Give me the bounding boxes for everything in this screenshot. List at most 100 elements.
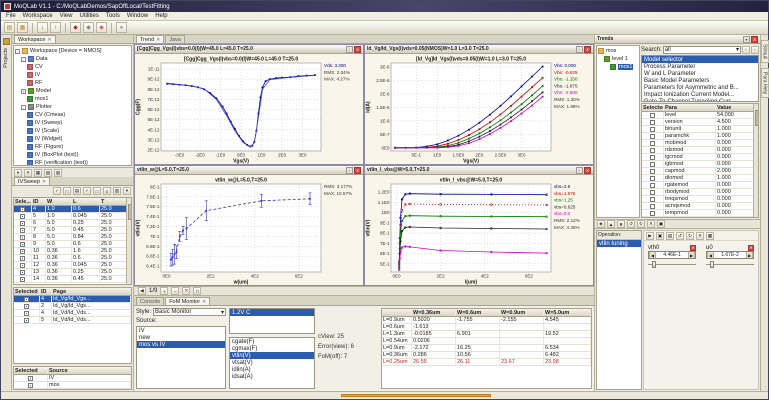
tree-item[interactable]: -Workspace [Device = NMOS]	[15, 47, 130, 55]
export-icon[interactable]: ↑	[50, 22, 61, 33]
tuner-slider[interactable]	[648, 261, 696, 268]
param-group-item[interactable]: Process Parameter	[642, 63, 758, 70]
remove-tuner-icon[interactable]: ✕	[690, 245, 696, 251]
new-data-icon[interactable]: ▦	[34, 169, 42, 177]
param-group-item[interactable]: Model selector	[642, 56, 758, 63]
column-header[interactable]	[382, 309, 412, 316]
restore-icon[interactable]: ▫	[346, 167, 353, 174]
sources-table[interactable]: SelectedSourceIVmos	[13, 366, 132, 390]
checkbox[interactable]	[24, 318, 29, 323]
source-list-item[interactable]: IV	[137, 327, 225, 334]
tree-item[interactable]: IV	[15, 71, 130, 79]
table-row[interactable]: igcmod0.000	[642, 154, 758, 161]
table-row[interactable]: L=0.9um0.5020-1.755-2.1554.545	[382, 317, 591, 324]
metric-list-item[interactable]: idsat(A)	[230, 373, 314, 380]
checkbox[interactable]	[650, 120, 655, 125]
tree-item[interactable]: mos1	[15, 95, 130, 103]
remove-icon[interactable]: −	[751, 46, 759, 54]
param-group-item[interactable]: W and L Parameter	[642, 70, 758, 77]
table-row[interactable]: version4.500	[642, 119, 758, 126]
select-icon[interactable]: ✓	[83, 187, 91, 195]
table-row[interactable]: IV	[14, 375, 131, 382]
delete-icon[interactable]: ✕	[24, 169, 32, 177]
table-row[interactable]: 140.360.4525.0	[14, 276, 131, 283]
table-row[interactable]: L=0.9um-2.17216.256.534	[382, 345, 591, 352]
table-row[interactable]: 5Id_Vd/Id_Vds...	[14, 317, 131, 324]
move-up-icon[interactable]: ▲	[607, 220, 615, 228]
checkbox[interactable]	[650, 162, 655, 167]
column-header[interactable]: W	[46, 198, 72, 205]
close-icon[interactable]: ✕	[156, 37, 160, 43]
tree-item[interactable]: CV	[15, 63, 130, 71]
table-row[interactable]: 85.00.8425.0	[14, 234, 131, 241]
menu-tools[interactable]: Tools	[106, 13, 120, 19]
layout-icon[interactable]: □	[193, 287, 201, 295]
new-plot-icon[interactable]: ▨	[54, 169, 62, 177]
dock-tab-para-help[interactable]: Para Help	[761, 68, 769, 98]
undo-icon[interactable]: ↺	[676, 232, 684, 240]
pager-prev-icon[interactable]: ◀	[138, 287, 146, 295]
projects-strip-label[interactable]: Projects	[3, 48, 9, 68]
filter-icon[interactable]: ▾	[14, 169, 22, 177]
stop-icon[interactable]: ✕	[182, 287, 190, 295]
param-group-item[interactable]: Gate-To-Channel Tunneling Curr...	[642, 98, 758, 102]
clear-icon[interactable]: ✕	[647, 220, 655, 228]
settings-icon[interactable]: ▦	[706, 232, 714, 240]
spin-left-icon[interactable]: ◀	[707, 252, 714, 258]
checkbox[interactable]	[650, 127, 655, 132]
table-row[interactable]: paramchk1.000	[642, 133, 758, 140]
column-header[interactable]: Source	[48, 367, 131, 374]
checkbox[interactable]	[20, 242, 25, 247]
options-icon[interactable]: ▾	[123, 187, 131, 195]
column-header[interactable]: W=0.36um	[412, 309, 456, 316]
expander-icon[interactable]: +	[21, 89, 26, 94]
checkbox[interactable]	[20, 228, 25, 233]
table-row[interactable]: binunit1.000	[642, 126, 758, 133]
tuner-spinner[interactable]: ◀4.46E-1▶	[648, 251, 696, 259]
chart-cgg-vs-vgs[interactable]: -3E0-2E0-1E00E01E02E03E02E-123E-124E-125…	[135, 54, 363, 164]
checkbox[interactable]	[20, 249, 25, 254]
table-row[interactable]: level54.000	[642, 112, 758, 119]
close-icon[interactable]: ✕	[354, 167, 361, 174]
checkbox[interactable]	[20, 263, 25, 268]
plot-window-titlebar[interactable]: vtlin_l_vbs@W=5.0,T=25.0 ▫ ✕	[365, 166, 593, 175]
tree-item[interactable]: CV (Cmeas)	[15, 111, 130, 119]
tab-trend[interactable]: Trend✕	[136, 35, 164, 43]
menu-workspace[interactable]: Workspace	[23, 13, 53, 19]
checkbox[interactable]	[24, 311, 29, 316]
new-model-icon[interactable]: ▧	[44, 169, 52, 177]
import-icon[interactable]: ↓	[37, 22, 48, 33]
table-row[interactable]: 4Id_Vd/Id_Vds...	[14, 310, 131, 317]
table-row[interactable]: trnqsmod0.000	[642, 196, 758, 203]
deselect-icon[interactable]: □	[93, 187, 101, 195]
close-icon[interactable]: ✕	[42, 179, 46, 185]
tuner-slider[interactable]	[706, 261, 754, 268]
table-row[interactable]: mos	[14, 382, 131, 389]
tree-item[interactable]: -Data	[15, 55, 130, 63]
metric-list-item[interactable]: cgmax(F)	[230, 345, 314, 352]
checkbox[interactable]	[20, 256, 25, 261]
tree-item[interactable]: IV (Sweep)	[15, 119, 130, 127]
column-header[interactable]: Page	[52, 288, 131, 295]
table-row[interactable]: mobmod0.000	[642, 140, 758, 147]
metric-list-item[interactable]: idlin(A)	[230, 366, 314, 373]
table-row[interactable]: igbmod0.000	[642, 161, 758, 168]
plot-window-titlebar[interactable]: [Cgg]Cgg_Vgs(I)vbs=0.0(I)(W=45.0 L=45.0 …	[135, 45, 363, 54]
undo-icon[interactable]: ↺	[627, 220, 635, 228]
checkbox[interactable]	[650, 218, 655, 219]
table-row[interactable]: rgatemod0.000	[642, 182, 758, 189]
checkbox[interactable]	[650, 197, 655, 202]
invert-icon[interactable]: ▤	[73, 187, 81, 195]
table-row[interactable]: 2Id_Vg/Id_Vgs...	[14, 303, 131, 310]
checkbox[interactable]	[650, 141, 655, 146]
metric-list-item[interactable]: cgate(F)	[230, 338, 314, 345]
close-icon[interactable]: ✕	[696, 232, 704, 240]
projects-icon[interactable]	[3, 38, 10, 45]
param-group-item[interactable]: Impact Ionization Current Model...	[642, 91, 758, 98]
rows-icon[interactable]: ≡	[103, 187, 111, 195]
restore-icon[interactable]: ▫	[576, 46, 583, 53]
slider-thumb[interactable]	[710, 261, 714, 268]
checkbox[interactable]	[650, 113, 655, 118]
operation-item[interactable]: vtlin tuning	[597, 240, 641, 247]
chart-vtlin-vs-l[interactable]: 0E02E24E26E25E-16E-17E-18E-19E-11E01.1E0…	[365, 175, 593, 285]
